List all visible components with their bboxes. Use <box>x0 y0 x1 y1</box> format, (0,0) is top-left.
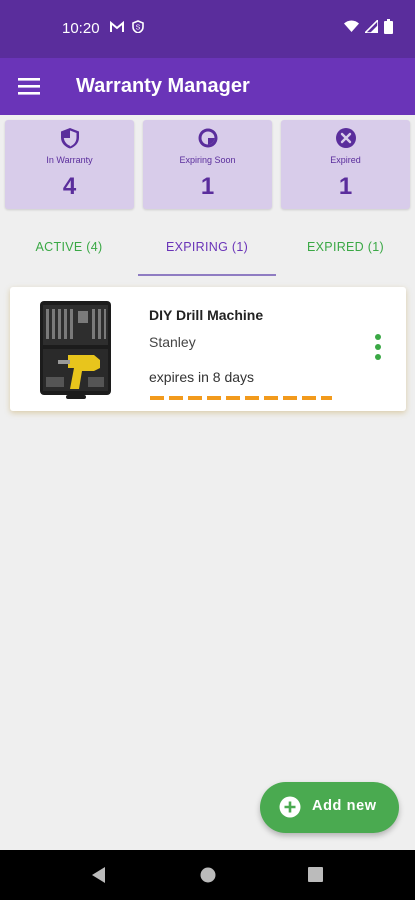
add-new-button[interactable]: Add new <box>260 782 399 833</box>
wifi-icon <box>344 20 359 32</box>
warranty-item-card[interactable]: DIY Drill Machine Stanley expires in 8 d… <box>10 287 406 411</box>
battery-icon <box>384 19 393 34</box>
more-options-icon[interactable] <box>372 334 384 364</box>
gmail-icon <box>110 20 124 32</box>
tab-active[interactable]: ACTIVE (4) <box>0 240 138 276</box>
shield-s-icon: S <box>132 20 144 33</box>
item-expiry: expires in 8 days <box>149 369 255 385</box>
tab-expiring[interactable]: EXPIRING (1) <box>138 240 276 276</box>
stat-card-in-warranty[interactable]: In Warranty 4 <box>5 120 134 209</box>
system-icons <box>344 19 393 34</box>
status-bar: 10:20 S <box>0 0 415 58</box>
item-brand: Stanley <box>149 334 196 350</box>
app-bar: Warranty Manager <box>0 58 415 115</box>
tab-expired[interactable]: EXPIRED (1) <box>276 240 415 276</box>
item-name: DIY Drill Machine <box>149 307 264 323</box>
recents-icon[interactable] <box>307 866 324 883</box>
signal-icon <box>365 20 378 33</box>
drill-kit-image <box>40 301 111 399</box>
stat-card-expiring-soon[interactable]: Expiring Soon 1 <box>143 120 272 209</box>
add-new-label: Add new <box>312 798 377 814</box>
stat-count: 1 <box>200 173 215 200</box>
cancel-icon <box>335 128 356 148</box>
status-time: 10:20 <box>62 20 100 37</box>
stat-card-expired[interactable]: Expired 1 <box>281 120 410 209</box>
stat-label: In Warranty <box>46 155 93 165</box>
clock-icon <box>198 128 217 148</box>
stat-count: 4 <box>62 173 77 200</box>
back-icon[interactable] <box>90 866 106 884</box>
home-icon[interactable] <box>199 866 217 884</box>
expiry-progress-bar <box>150 396 332 400</box>
system-navigation-bar <box>0 850 415 900</box>
menu-icon[interactable] <box>18 76 42 98</box>
shield-icon <box>60 128 79 149</box>
stat-count: 1 <box>338 173 353 200</box>
svg-text:S: S <box>136 25 141 32</box>
stat-label: Expired <box>330 155 361 165</box>
notification-icons: S <box>110 20 144 33</box>
add-circle-icon <box>279 796 301 818</box>
stat-label: Expiring Soon <box>179 155 236 165</box>
page-title: Warranty Manager <box>76 75 250 97</box>
